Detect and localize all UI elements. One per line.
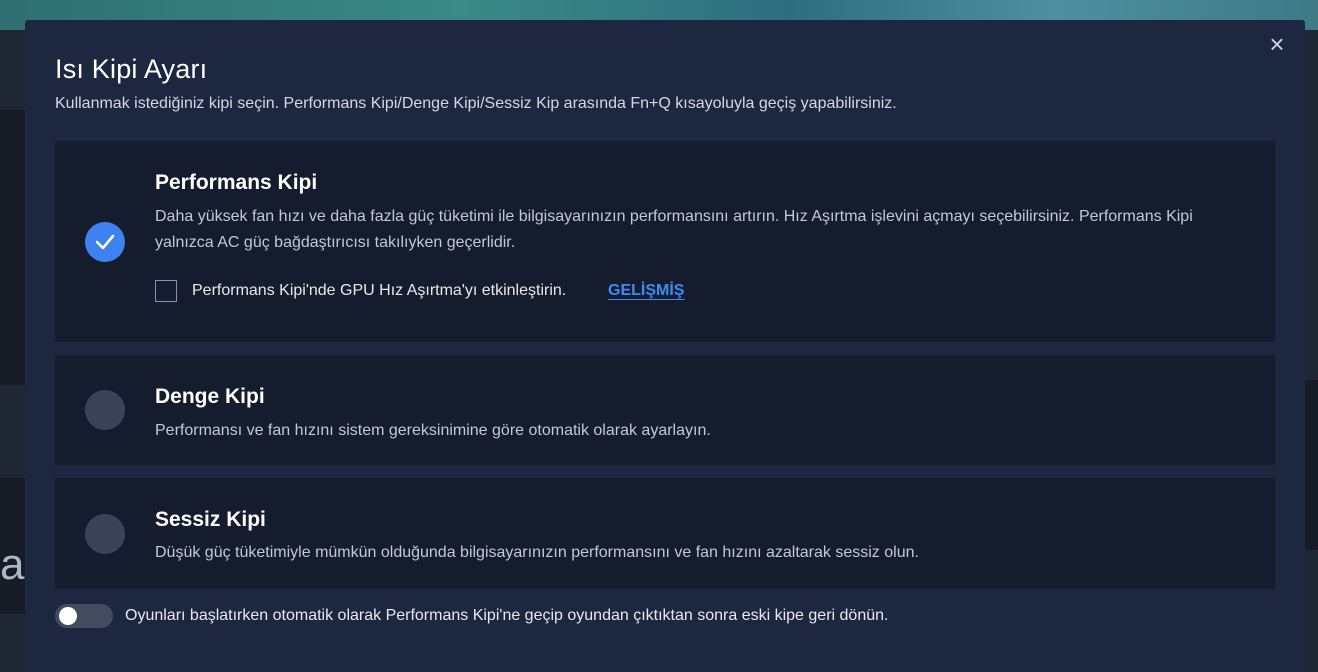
mode-description: Daha yüksek fan hızı ve daha fazla güç t… <box>155 208 1193 251</box>
close-icon[interactable]: × <box>1265 31 1289 57</box>
background-panel <box>1305 380 1318 550</box>
advanced-link[interactable]: GELİŞMİŞ <box>608 282 684 300</box>
radio-silent[interactable] <box>85 514 125 554</box>
mode-description: Performansı ve fan hızını sistem gereksi… <box>155 422 711 439</box>
dialog-title: Isı Kipi Ayarı <box>55 54 208 84</box>
background-app-right <box>1305 30 1318 672</box>
radio-performance[interactable] <box>85 222 125 262</box>
mode-description: Düşük güç tüketimiyle mümkün olduğunda b… <box>155 544 919 561</box>
mode-card-performance[interactable]: Performans Kipi Daha yüksek fan hızı ve … <box>55 141 1275 342</box>
gpu-overclock-label: Performans Kipi'nde GPU Hız Aşırtma'yı e… <box>192 282 567 299</box>
mode-card-silent[interactable]: Sessiz Kipi Düşük güç tüketimiyle mümkün… <box>55 478 1275 589</box>
auto-switch-toggle[interactable] <box>55 604 113 628</box>
mode-title: Sessiz Kipi <box>155 508 266 531</box>
gpu-overclock-checkbox[interactable] <box>155 280 177 302</box>
radio-balanced[interactable] <box>85 390 125 430</box>
thermal-mode-dialog: × Isı Kipi Ayarı Kullanmak istediğiniz k… <box>25 20 1305 672</box>
mode-title: Performans Kipi <box>155 171 318 194</box>
background-text: a <box>0 540 25 589</box>
mode-card-balanced[interactable]: Denge Kipi Performansı ve fan hızını sis… <box>55 355 1275 465</box>
checkmark-icon <box>95 234 115 250</box>
mode-title: Denge Kipi <box>155 385 265 408</box>
dialog-subtitle: Kullanmak istediğiniz kipi seçin. Perfor… <box>55 95 897 112</box>
toggle-knob <box>59 607 77 625</box>
auto-switch-label: Oyunları başlatırken otomatik olarak Per… <box>125 607 889 624</box>
